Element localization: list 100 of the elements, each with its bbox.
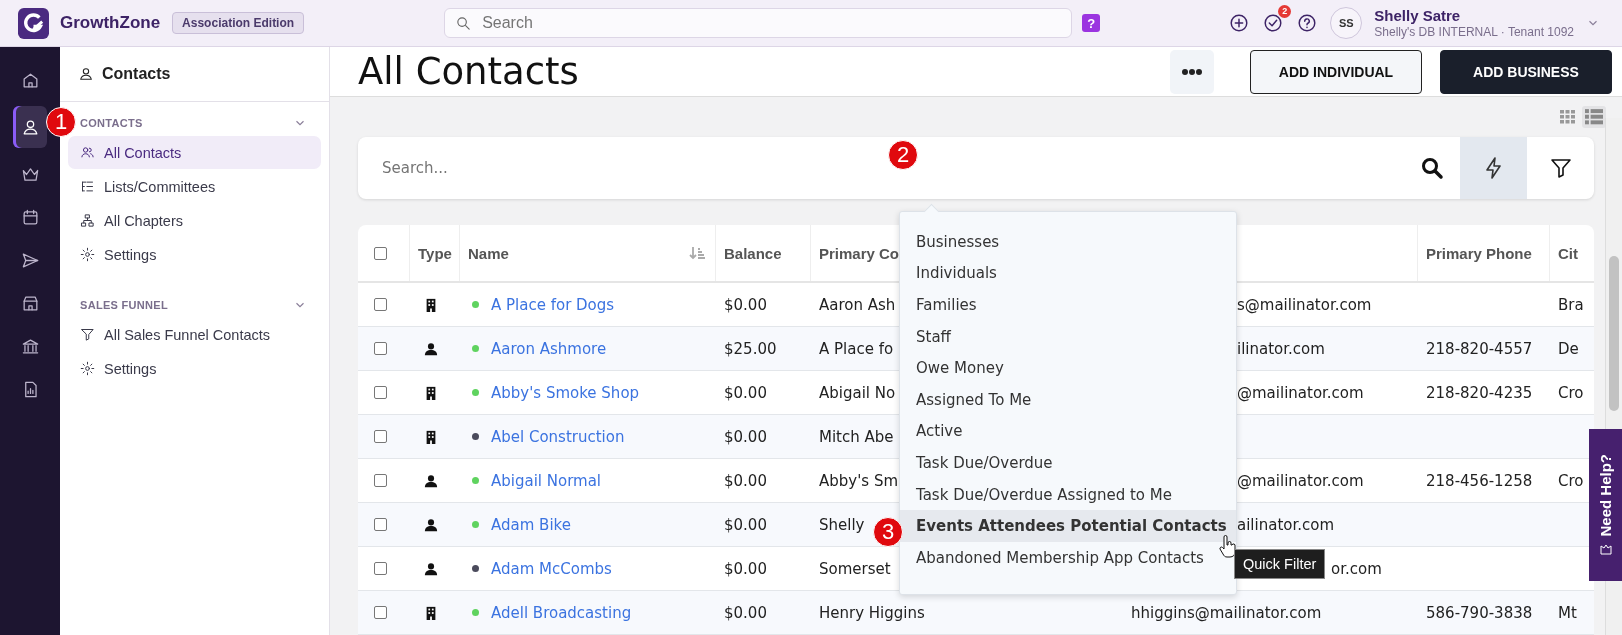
- table-cell: ailinator.com: [1237, 515, 1335, 534]
- table-cell: Cro: [1558, 383, 1584, 402]
- menu-item[interactable]: Businesses: [900, 226, 1236, 258]
- search-input[interactable]: Search: [480, 13, 1062, 33]
- logo-icon[interactable]: [18, 7, 49, 39]
- dots-icon: [1181, 67, 1203, 76]
- table-cell: Aaron Ash: [819, 295, 896, 314]
- menu-item[interactable]: Owe Money: [900, 352, 1236, 384]
- row-checkbox[interactable]: [374, 562, 387, 575]
- person-icon: [424, 340, 438, 357]
- sidebar-item[interactable]: All Chapters: [68, 204, 321, 237]
- person-icon: [424, 516, 438, 533]
- list-icon: [80, 179, 95, 194]
- table-cell: s@mailinator.com: [1237, 295, 1372, 314]
- table-cell: $0.00: [724, 515, 767, 534]
- sidebar-item[interactable]: Settings: [68, 352, 321, 385]
- row-checkbox[interactable]: [374, 474, 387, 487]
- building-icon: [424, 296, 438, 313]
- table-cell: 586-790-3838: [1426, 603, 1533, 622]
- table-cell: Somerset: [819, 559, 891, 578]
- contact-link[interactable]: Abigail Normal: [491, 471, 602, 490]
- table-cell: Henry Higgins: [819, 603, 925, 622]
- table-cell: $0.00: [724, 559, 767, 578]
- sidebar-title: Contacts: [102, 65, 171, 83]
- table-cell: A Place fo: [819, 339, 894, 358]
- column-header[interactable]: Name: [468, 244, 509, 262]
- row-checkbox[interactable]: [374, 606, 387, 619]
- table-cell: $0.00: [724, 471, 767, 490]
- filter-icon: [1548, 156, 1573, 180]
- row-checkbox[interactable]: [374, 518, 387, 531]
- table-cell: $25.00: [724, 339, 777, 358]
- person-icon: [424, 472, 438, 489]
- row-checkbox[interactable]: [374, 430, 387, 443]
- table-cell: 218-456-1258: [1426, 471, 1533, 490]
- user-organization: Shelly's DB INTERNAL · Tenant 1092: [1374, 24, 1574, 40]
- table-cell: ilinator.com: [1237, 339, 1325, 358]
- need-help-tab[interactable]: Need Help?: [1589, 429, 1622, 581]
- building-icon: [424, 604, 438, 621]
- table-cell: 218-820-4557: [1426, 339, 1533, 358]
- menu-item[interactable]: Individuals: [900, 257, 1236, 290]
- contact-link[interactable]: Abel Construction: [491, 427, 625, 446]
- table-cell: @mailinator.com: [1237, 471, 1364, 490]
- row-checkbox[interactable]: [374, 386, 387, 399]
- help-button[interactable]: ?: [1082, 14, 1101, 32]
- notification-count: 2: [1278, 5, 1292, 18]
- table-cell: Abby's Sm: [819, 471, 899, 490]
- menu-item[interactable]: Task Due/Overdue: [900, 447, 1236, 479]
- table-cell: or.com: [1331, 559, 1382, 578]
- contact-link[interactable]: Abby's Smoke Shop: [491, 383, 640, 402]
- person-icon: [78, 66, 94, 82]
- row-checkbox[interactable]: [374, 298, 387, 311]
- sidebar-item[interactable]: Lists/Committees: [68, 170, 321, 203]
- menu-item[interactable]: Task Due/Overdue Assigned to Me: [900, 478, 1236, 511]
- column-header[interactable]: Cit: [1558, 244, 1578, 262]
- contact-link[interactable]: Adell Broadcasting: [491, 603, 632, 622]
- settings-icon: [80, 247, 95, 262]
- column-header[interactable]: Primary Phone: [1426, 244, 1532, 262]
- add-business-button[interactable]: ADD BUSINESS: [1440, 49, 1612, 94]
- table-cell: 218-820-4235: [1426, 383, 1533, 402]
- select-all-checkbox[interactable]: [374, 246, 387, 260]
- edition-badge: Association Edition: [172, 12, 305, 34]
- grid-view-icon[interactable]: [1560, 110, 1576, 124]
- table-cell: Abigail No: [819, 383, 896, 402]
- table-cell: $0.00: [724, 383, 767, 402]
- add-individual-button[interactable]: ADD INDIVIDUAL: [1250, 49, 1422, 94]
- contact-link[interactable]: Adam McCombs: [491, 559, 612, 578]
- section-heading: CONTACTS: [80, 117, 143, 129]
- building-icon: [424, 384, 438, 401]
- menu-item[interactable]: Staff: [900, 320, 1236, 353]
- row-checkbox[interactable]: [374, 342, 387, 355]
- column-header[interactable]: Type: [418, 244, 452, 262]
- sidebar-item[interactable]: All Contacts: [68, 136, 321, 169]
- table-cell: Mt: [1558, 603, 1577, 622]
- menu-item[interactable]: Assigned To Me: [900, 383, 1236, 416]
- user-avatar[interactable]: SS: [1330, 7, 1363, 39]
- section-heading: SALES FUNNEL: [80, 299, 168, 311]
- settings-icon: [80, 361, 95, 376]
- menu-item[interactable]: Families: [900, 289, 1236, 321]
- sidebar-item[interactable]: Settings: [68, 238, 321, 271]
- more-button[interactable]: [1170, 49, 1214, 94]
- contact-link[interactable]: A Place for Dogs: [491, 295, 615, 314]
- nav-person-icon[interactable]: [13, 106, 47, 148]
- column-header[interactable]: Balance: [724, 244, 782, 262]
- search-icon[interactable]: [1420, 156, 1444, 180]
- list-view-icon[interactable]: [1582, 106, 1606, 128]
- table-cell: Mitch Abe: [819, 427, 894, 446]
- funnel-icon: [80, 327, 95, 342]
- contact-link[interactable]: Adam Bike: [491, 515, 571, 534]
- column-header[interactable]: Primary Co: [819, 244, 900, 262]
- people-icon: [80, 145, 95, 160]
- page-title: All Contacts: [358, 50, 580, 93]
- menu-item[interactable]: Active: [900, 415, 1236, 448]
- brand-name: GrowthZone: [60, 13, 161, 33]
- table-cell: De: [1558, 339, 1579, 358]
- table-cell: $0.00: [724, 427, 767, 446]
- hierarchy-icon: [80, 213, 95, 228]
- contact-link[interactable]: Aaron Ashmore: [491, 339, 607, 358]
- search-field[interactable]: Search: [444, 8, 1073, 38]
- menu-item[interactable]: Events Attendees Potential Contacts: [900, 510, 1236, 542]
- sidebar-item[interactable]: All Sales Funnel Contacts: [68, 318, 321, 351]
